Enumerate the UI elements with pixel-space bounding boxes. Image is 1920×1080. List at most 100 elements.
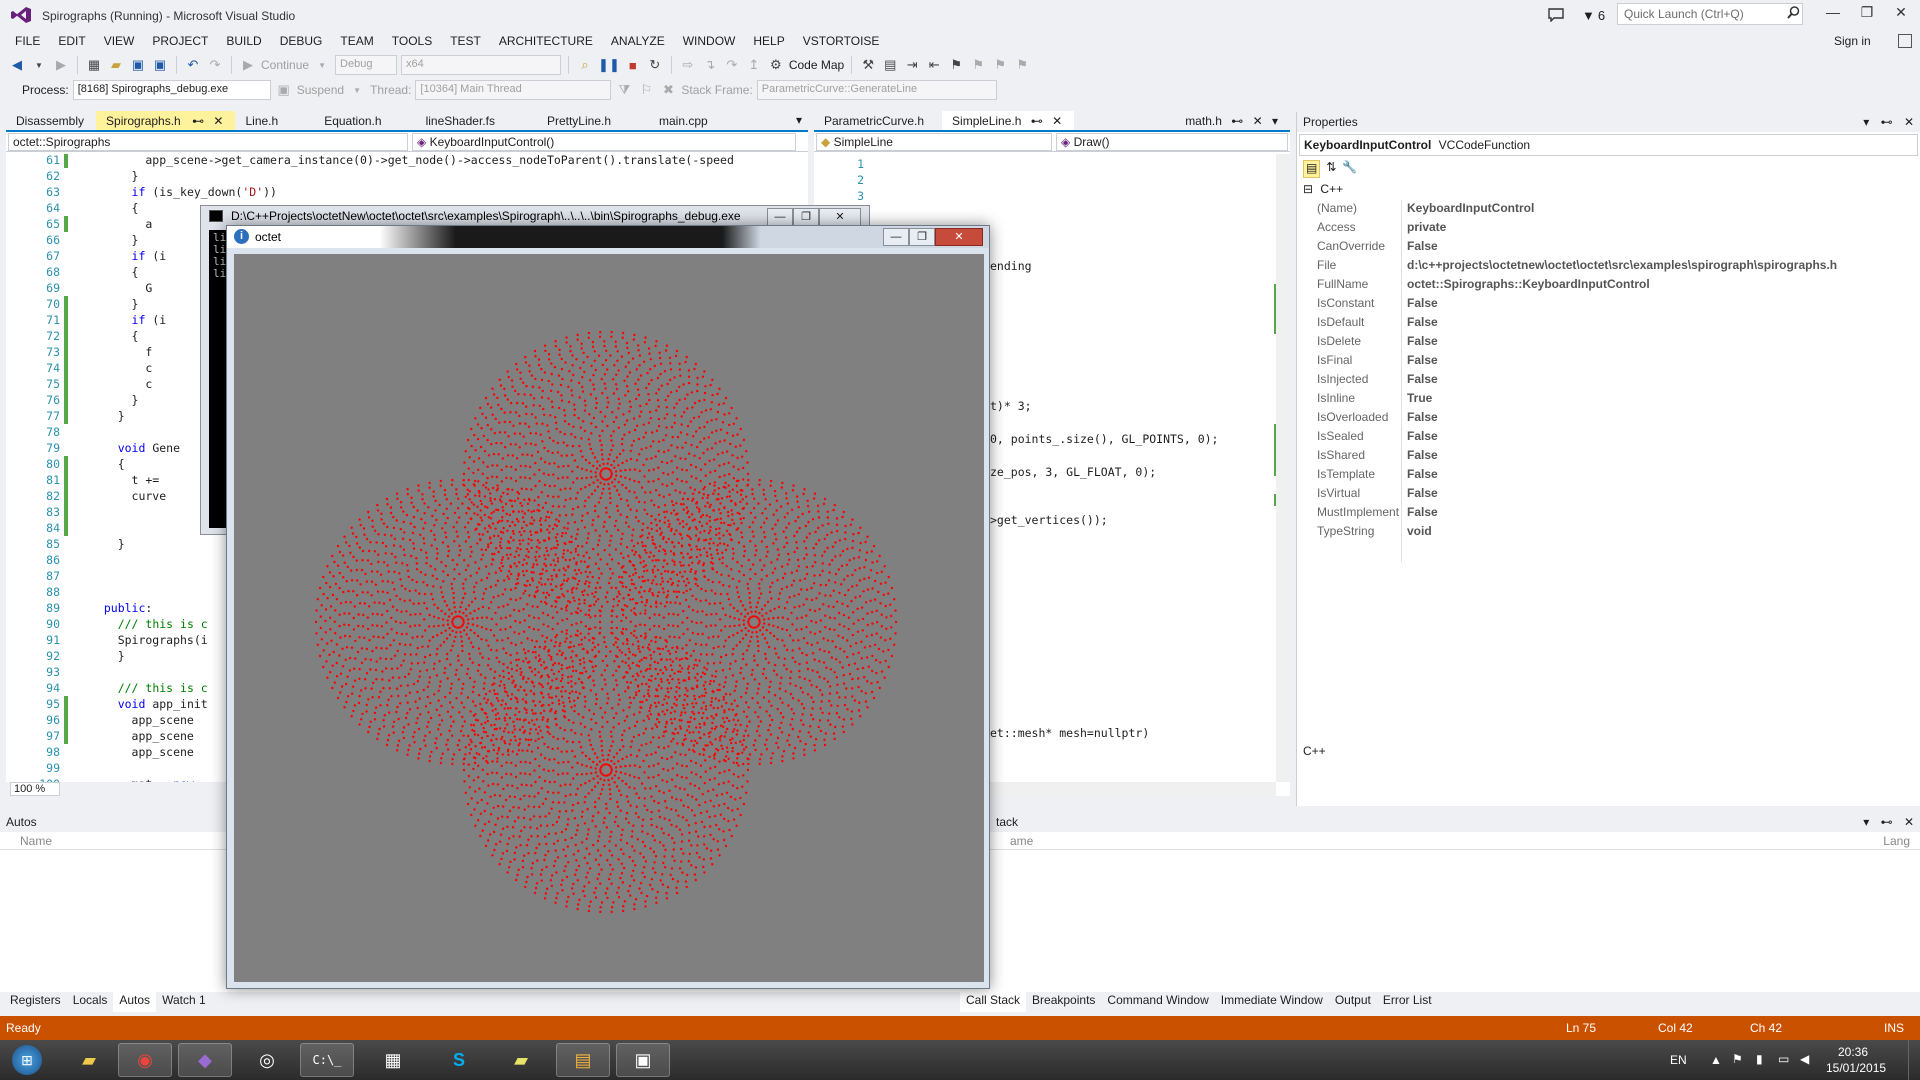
- tab-equation-h[interactable]: Equation.h: [314, 111, 393, 130]
- notification-filter[interactable]: ▼ 6: [1582, 4, 1605, 26]
- navigate-forward-icon[interactable]: ▶: [52, 55, 70, 75]
- quick-launch-input[interactable]: Quick Launch (Ctrl+Q): [1617, 3, 1803, 25]
- properties-object-select[interactable]: KeyboardInputControl VCCodeFunction: [1299, 134, 1918, 156]
- menu-window[interactable]: WINDOW: [674, 30, 745, 52]
- clear-flags-icon[interactable]: ✖: [659, 80, 677, 100]
- tab-lineshader-fs[interactable]: lineShader.fs: [416, 111, 507, 130]
- new-project-icon[interactable]: ▦: [85, 55, 103, 75]
- zoom-select[interactable]: 100 %: [10, 782, 61, 796]
- menu-edit[interactable]: EDIT: [49, 30, 94, 52]
- continue-button[interactable]: Continue: [261, 58, 309, 72]
- menu-view[interactable]: VIEW: [95, 30, 144, 52]
- process-select[interactable]: [8168] Spirographs_debug.exe: [72, 80, 271, 100]
- code-map-icon[interactable]: ⚙: [767, 55, 785, 75]
- show-next-statement-icon[interactable]: ⇨: [679, 55, 697, 75]
- close-button[interactable]: ✕: [1884, 4, 1918, 24]
- console-close-button[interactable]: ✕: [819, 208, 861, 226]
- suspend-icon[interactable]: ▣: [275, 80, 293, 100]
- find-icon[interactable]: ⌕: [576, 55, 594, 75]
- search-icon[interactable]: [1787, 6, 1800, 22]
- member-select[interactable]: ◈ Draw(): [1056, 133, 1288, 151]
- console-maximize-button[interactable]: ❐: [793, 208, 819, 226]
- octet-window-icon[interactable]: ▣: [616, 1043, 670, 1077]
- pin-icon[interactable]: ⊷: [192, 114, 204, 128]
- collapse-icon[interactable]: ⊟: [1303, 182, 1313, 196]
- code-map-button[interactable]: Code Map: [789, 58, 844, 72]
- step-into-icon[interactable]: ↴: [701, 55, 719, 75]
- continue-icon[interactable]: ▶: [239, 55, 257, 75]
- menu-build[interactable]: BUILD: [217, 30, 270, 52]
- panel-dropdown-icon[interactable]: ▾: [1863, 815, 1869, 829]
- render-viewport[interactable]: [234, 254, 984, 982]
- show-hidden-icons-icon[interactable]: ▲: [1710, 1053, 1722, 1067]
- stop-debugging-icon[interactable]: ■: [624, 55, 642, 75]
- pin-icon[interactable]: ⊷: [1031, 114, 1043, 128]
- pin-icon[interactable]: ⊷: [1881, 115, 1893, 129]
- break-all-icon[interactable]: ❚❚: [598, 55, 620, 75]
- clock-time[interactable]: 20:36: [1838, 1045, 1868, 1059]
- language-indicator[interactable]: EN: [1670, 1053, 1687, 1067]
- redo-icon[interactable]: ↷: [206, 55, 224, 75]
- tab-command-window[interactable]: Command Window: [1101, 990, 1214, 1012]
- tab-error-list[interactable]: Error List: [1377, 990, 1438, 1012]
- flag-icon[interactable]: ⚐: [637, 80, 655, 100]
- menu-test[interactable]: TEST: [441, 30, 490, 52]
- pin-icon[interactable]: ⊷: [1881, 815, 1893, 829]
- scope-select[interactable]: octet::Spirographs: [8, 133, 408, 151]
- property-pages-icon[interactable]: 🔧: [1342, 160, 1357, 178]
- close-tab-icon[interactable]: ✕: [1052, 114, 1062, 128]
- next-bookmark-icon[interactable]: ⚑: [969, 55, 987, 75]
- menu-architecture[interactable]: ARCHITECTURE: [490, 30, 602, 52]
- tab-main-cpp[interactable]: main.cpp: [649, 111, 720, 130]
- tab-breakpoints[interactable]: Breakpoints: [1026, 990, 1101, 1012]
- undo-icon[interactable]: ↶: [184, 55, 202, 75]
- tab-immediate-window[interactable]: Immediate Window: [1215, 990, 1329, 1012]
- volume-icon[interactable]: ◀: [1800, 1052, 1809, 1066]
- skype-icon[interactable]: S: [432, 1043, 486, 1077]
- comment-icon[interactable]: ▤: [881, 55, 899, 75]
- panel-dropdown-icon[interactable]: ▾: [1863, 115, 1869, 129]
- sign-in-link[interactable]: Sign in: [1834, 34, 1871, 48]
- tab-parametriccurve-h[interactable]: ParametricCurve.h: [814, 111, 936, 130]
- octet-maximize-button[interactable]: ❐: [909, 228, 935, 246]
- media-icon[interactable]: ▤: [556, 1043, 610, 1077]
- open-file-icon[interactable]: ▰: [107, 55, 125, 75]
- solution-platform-select[interactable]: x64: [401, 55, 562, 75]
- prev-bookmark-icon[interactable]: ⚑: [991, 55, 1009, 75]
- name-column-header[interactable]: ame: [1010, 834, 1033, 848]
- octet-close-button[interactable]: ✕: [935, 228, 983, 246]
- steam-icon[interactable]: ◎: [240, 1043, 294, 1077]
- member-select[interactable]: ◈ KeyboardInputControl(): [412, 133, 796, 151]
- maximize-button[interactable]: ❐: [1850, 4, 1884, 24]
- pin-icon[interactable]: ⊷: [1231, 114, 1243, 128]
- calculator-icon[interactable]: ▦: [366, 1043, 420, 1077]
- code-line[interactable]: 62 }: [6, 168, 808, 184]
- categorized-icon[interactable]: ▤: [1303, 160, 1321, 178]
- file-explorer-icon[interactable]: ▰: [62, 1043, 116, 1077]
- tab-line-h[interactable]: Line.h: [235, 111, 290, 130]
- filter-icon[interactable]: ⧩: [615, 80, 633, 100]
- alphabetical-icon[interactable]: ⇅: [1326, 160, 1336, 178]
- show-desktop-button[interactable]: [1908, 1040, 1920, 1080]
- tab-output[interactable]: Output: [1329, 990, 1377, 1012]
- chrome-icon[interactable]: ◉: [118, 1043, 172, 1077]
- bookmark-icon[interactable]: ⚑: [947, 55, 965, 75]
- tab-disassembly[interactable]: Disassembly: [6, 111, 96, 130]
- start-button[interactable]: ⊞: [2, 1043, 52, 1077]
- tab-watch-1[interactable]: Watch 1: [156, 990, 212, 1012]
- stack-frame-select[interactable]: ParametricCurve::GenerateLine: [756, 80, 997, 100]
- scope-select[interactable]: ◆ SimpleLine: [816, 133, 1052, 151]
- code-line[interactable]: 61 app_scene->get_camera_instance(0)->ge…: [6, 154, 808, 168]
- action-center-icon[interactable]: ⚑: [1732, 1052, 1743, 1066]
- console-icon[interactable]: C:\_: [300, 1043, 354, 1077]
- navigate-back-icon[interactable]: ◀: [8, 55, 26, 75]
- restart-icon[interactable]: ↻: [646, 55, 664, 75]
- console-minimize-button[interactable]: —: [767, 208, 793, 226]
- close-panel-icon[interactable]: ✕: [1904, 115, 1914, 129]
- language-column-header[interactable]: Lang: [1883, 834, 1910, 848]
- menu-tools[interactable]: TOOLS: [383, 30, 441, 52]
- suspend-button[interactable]: Suspend: [297, 83, 344, 97]
- notifications-icon[interactable]: [1548, 4, 1564, 26]
- clear-bookmarks-icon[interactable]: ⚑: [1013, 55, 1031, 75]
- thread-select[interactable]: [10364] Main Thread: [415, 80, 612, 100]
